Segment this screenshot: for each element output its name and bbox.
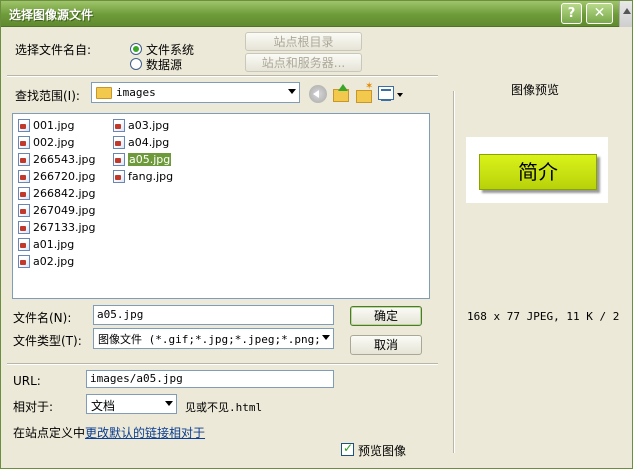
file-item[interactable]: a01.jpg bbox=[15, 237, 74, 253]
view-menu-icon[interactable] bbox=[378, 86, 394, 101]
folder-icon bbox=[96, 87, 112, 99]
chevron-down-icon bbox=[322, 335, 330, 340]
chevron-down-icon bbox=[288, 89, 296, 94]
jpg-file-icon bbox=[18, 136, 30, 149]
jpg-file-icon bbox=[18, 170, 30, 183]
separator bbox=[453, 91, 455, 453]
preview-checkbox[interactable] bbox=[341, 441, 354, 456]
preview-title: 图像预览 bbox=[511, 83, 560, 97]
jpg-file-icon bbox=[18, 238, 30, 251]
file-item[interactable]: 267049.jpg bbox=[15, 203, 96, 219]
site-root-button[interactable]: 站点根目录 bbox=[245, 32, 362, 51]
filetype-value: 图像文件 (*.gif;*.jpg;*.jpeg;*.png;* bbox=[98, 333, 319, 346]
back-icon[interactable] bbox=[309, 85, 327, 103]
radio-file-system[interactable] bbox=[130, 43, 142, 55]
file-item[interactable]: 002.jpg bbox=[15, 135, 75, 151]
file-item[interactable]: a03.jpg bbox=[110, 118, 169, 134]
jpg-file-icon bbox=[18, 153, 30, 166]
file-item[interactable]: a04.jpg bbox=[110, 135, 169, 151]
cancel-button[interactable]: 取消 bbox=[350, 335, 422, 355]
jpg-file-icon bbox=[18, 204, 30, 217]
file-item[interactable]: fang.jpg bbox=[110, 169, 173, 185]
new-folder-icon[interactable] bbox=[355, 81, 373, 103]
change-default-link[interactable]: 更改默认的链接相对于 bbox=[85, 426, 205, 440]
site-def-text: 在站点定义中更改默认的链接相对于 bbox=[13, 426, 206, 440]
document-name: 见或不见.html bbox=[185, 401, 263, 414]
url-input[interactable]: images/a05.jpg bbox=[86, 370, 334, 388]
lookin-label: 查找范围(I): bbox=[15, 89, 80, 103]
file-item-selected[interactable]: a05.jpg bbox=[110, 152, 172, 168]
preview-image: 简介 bbox=[479, 154, 597, 190]
filetype-combo[interactable]: 图像文件 (*.gif;*.jpg;*.jpeg;*.png;* bbox=[93, 328, 334, 349]
up-folder-icon[interactable] bbox=[332, 84, 350, 102]
close-button[interactable]: ✕ bbox=[586, 3, 613, 24]
preview-info: 168 x 77 JPEG, 11 K / 2 bbox=[467, 310, 620, 323]
preview-checkbox-label[interactable]: 预览图像 bbox=[358, 442, 406, 459]
scroll-up-button[interactable] bbox=[619, 1, 632, 27]
ok-button[interactable]: 确定 bbox=[350, 306, 422, 326]
separator bbox=[7, 75, 438, 77]
file-item[interactable]: 266842.jpg bbox=[15, 186, 96, 202]
site-server-button[interactable]: 站点和服务器... bbox=[245, 53, 362, 72]
relative-value: 文档 bbox=[91, 399, 116, 413]
filename-label: 文件名(N): bbox=[13, 311, 72, 325]
jpg-file-icon bbox=[113, 153, 125, 166]
jpg-file-icon bbox=[18, 119, 30, 132]
jpg-file-icon bbox=[113, 119, 125, 132]
file-item[interactable]: 266720.jpg bbox=[15, 169, 96, 185]
file-list[interactable]: 001.jpg 002.jpg 266543.jpg 266720.jpg 26… bbox=[12, 113, 430, 299]
jpg-file-icon bbox=[18, 221, 30, 234]
dialog-title: 选择图像源文件 bbox=[9, 8, 94, 22]
jpg-file-icon bbox=[18, 255, 30, 268]
filename-input[interactable]: a05.jpg bbox=[93, 305, 334, 325]
url-label: URL: bbox=[13, 374, 41, 388]
filetype-label: 文件类型(T): bbox=[13, 334, 82, 348]
jpg-file-icon bbox=[113, 136, 125, 149]
file-item[interactable]: a02.jpg bbox=[15, 254, 74, 270]
relative-combo[interactable]: 文档 bbox=[86, 394, 177, 414]
chevron-down-icon bbox=[165, 401, 173, 406]
select-from-label: 选择文件名自: bbox=[15, 43, 92, 57]
file-item[interactable]: 001.jpg bbox=[15, 118, 75, 134]
file-item[interactable]: 267133.jpg bbox=[15, 220, 96, 236]
lookin-value: images bbox=[116, 86, 156, 99]
title-bar[interactable]: 选择图像源文件 ? ✕ bbox=[1, 1, 632, 27]
relative-label: 相对于: bbox=[13, 400, 54, 414]
radio-data-source[interactable] bbox=[130, 58, 142, 70]
radio-data-source-label[interactable]: 数据源 bbox=[146, 56, 182, 73]
view-dropdown-arrow-icon[interactable] bbox=[397, 93, 403, 97]
help-button[interactable]: ? bbox=[561, 3, 582, 24]
jpg-file-icon bbox=[113, 170, 125, 183]
jpg-file-icon bbox=[18, 187, 30, 200]
arrow-up-icon bbox=[623, 8, 631, 14]
file-item[interactable]: 266543.jpg bbox=[15, 152, 96, 168]
dialog-window: 选择图像源文件 ? ✕ 选择文件名自: 文件系统 数据源 站点根目录 站点和服务… bbox=[0, 0, 633, 469]
image-preview: 简介 bbox=[466, 137, 608, 203]
separator bbox=[7, 363, 438, 365]
lookin-combo[interactable]: images bbox=[91, 82, 300, 103]
